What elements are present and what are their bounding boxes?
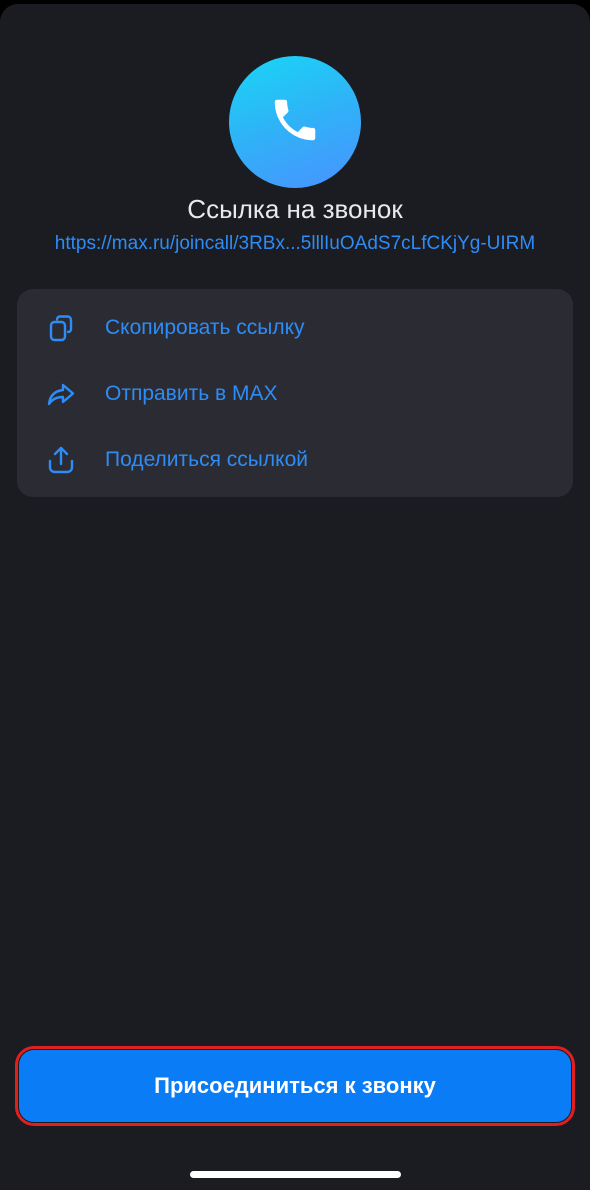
home-indicator xyxy=(190,1171,401,1178)
share-link-label: Поделиться ссылкой xyxy=(105,448,308,471)
forward-icon xyxy=(43,376,79,412)
copy-link-action[interactable]: Скопировать ссылку xyxy=(17,295,573,361)
share-icon xyxy=(43,442,79,478)
call-avatar xyxy=(229,56,361,188)
share-link-action[interactable]: Поделиться ссылкой xyxy=(17,427,573,493)
join-call-button[interactable]: Присоединиться к звонку xyxy=(19,1050,571,1122)
phone-icon xyxy=(268,93,322,152)
call-link-sheet: Ссылка на звонок https://max.ru/joincall… xyxy=(0,4,590,1190)
sheet-title: Ссылка на звонок xyxy=(187,194,403,224)
send-to-max-action[interactable]: Отправить в MAX xyxy=(17,361,573,427)
call-link[interactable]: https://max.ru/joincall/3RBx...5lllIuOAd… xyxy=(0,231,590,257)
copy-link-label: Скопировать ссылку xyxy=(105,316,305,339)
copy-icon xyxy=(43,310,79,346)
send-to-max-label: Отправить в MAX xyxy=(105,382,278,405)
actions-card: Скопировать ссылку Отправить в MAX Подел… xyxy=(17,289,573,497)
